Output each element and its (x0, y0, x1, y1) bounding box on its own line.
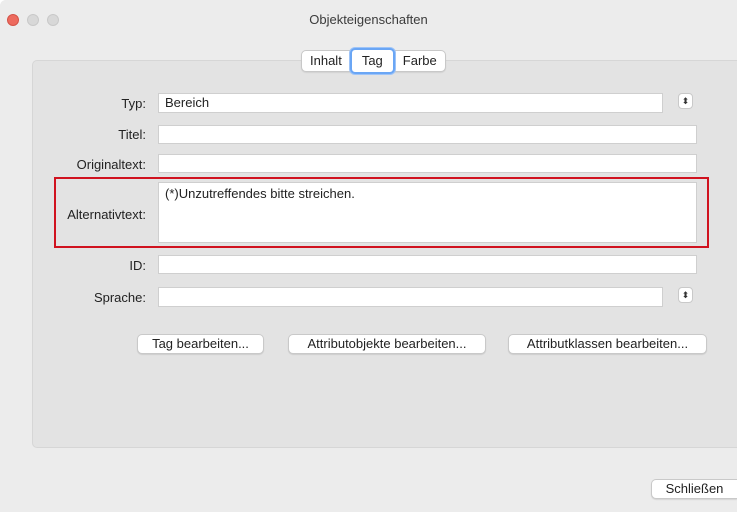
id-label: ID: (129, 258, 146, 273)
tab-bar: Inhalt Tag Farbe (301, 48, 446, 74)
id-field[interactable] (158, 255, 697, 274)
schliessen-button[interactable]: Schließen (651, 479, 737, 499)
typ-label: Typ: (121, 96, 146, 111)
sprache-select[interactable] (158, 287, 663, 307)
tag-panel (32, 60, 737, 448)
alternativtext-highlight-box (54, 177, 709, 248)
tag-bearbeiten-button[interactable]: Tag bearbeiten... (137, 334, 264, 354)
originaltext-field[interactable] (158, 154, 697, 173)
attributklassen-bearbeiten-button[interactable]: Attributklassen bearbeiten... (508, 334, 707, 354)
attributobjekte-bearbeiten-button[interactable]: Attributobjekte bearbeiten... (288, 334, 486, 354)
sprache-stepper-icon[interactable]: ⬍ (678, 287, 693, 303)
tab-farbe[interactable]: Farbe (395, 51, 445, 71)
typ-stepper-icon[interactable]: ⬍ (678, 93, 693, 109)
originaltext-label: Originaltext: (76, 157, 146, 172)
title-bar: Objekteigenschaften (0, 0, 737, 40)
tab-tag[interactable]: Tag (349, 48, 395, 74)
titel-field[interactable] (158, 125, 697, 144)
sprache-label: Sprache: (93, 290, 146, 305)
tab-inhalt[interactable]: Inhalt (302, 51, 350, 71)
properties-dialog: Objekteigenschaften Inhalt Tag Farbe Typ… (0, 0, 737, 512)
window-title: Objekteigenschaften (309, 12, 428, 27)
titel-label: Titel: (118, 127, 146, 142)
typ-select[interactable]: Bereich (158, 93, 663, 113)
